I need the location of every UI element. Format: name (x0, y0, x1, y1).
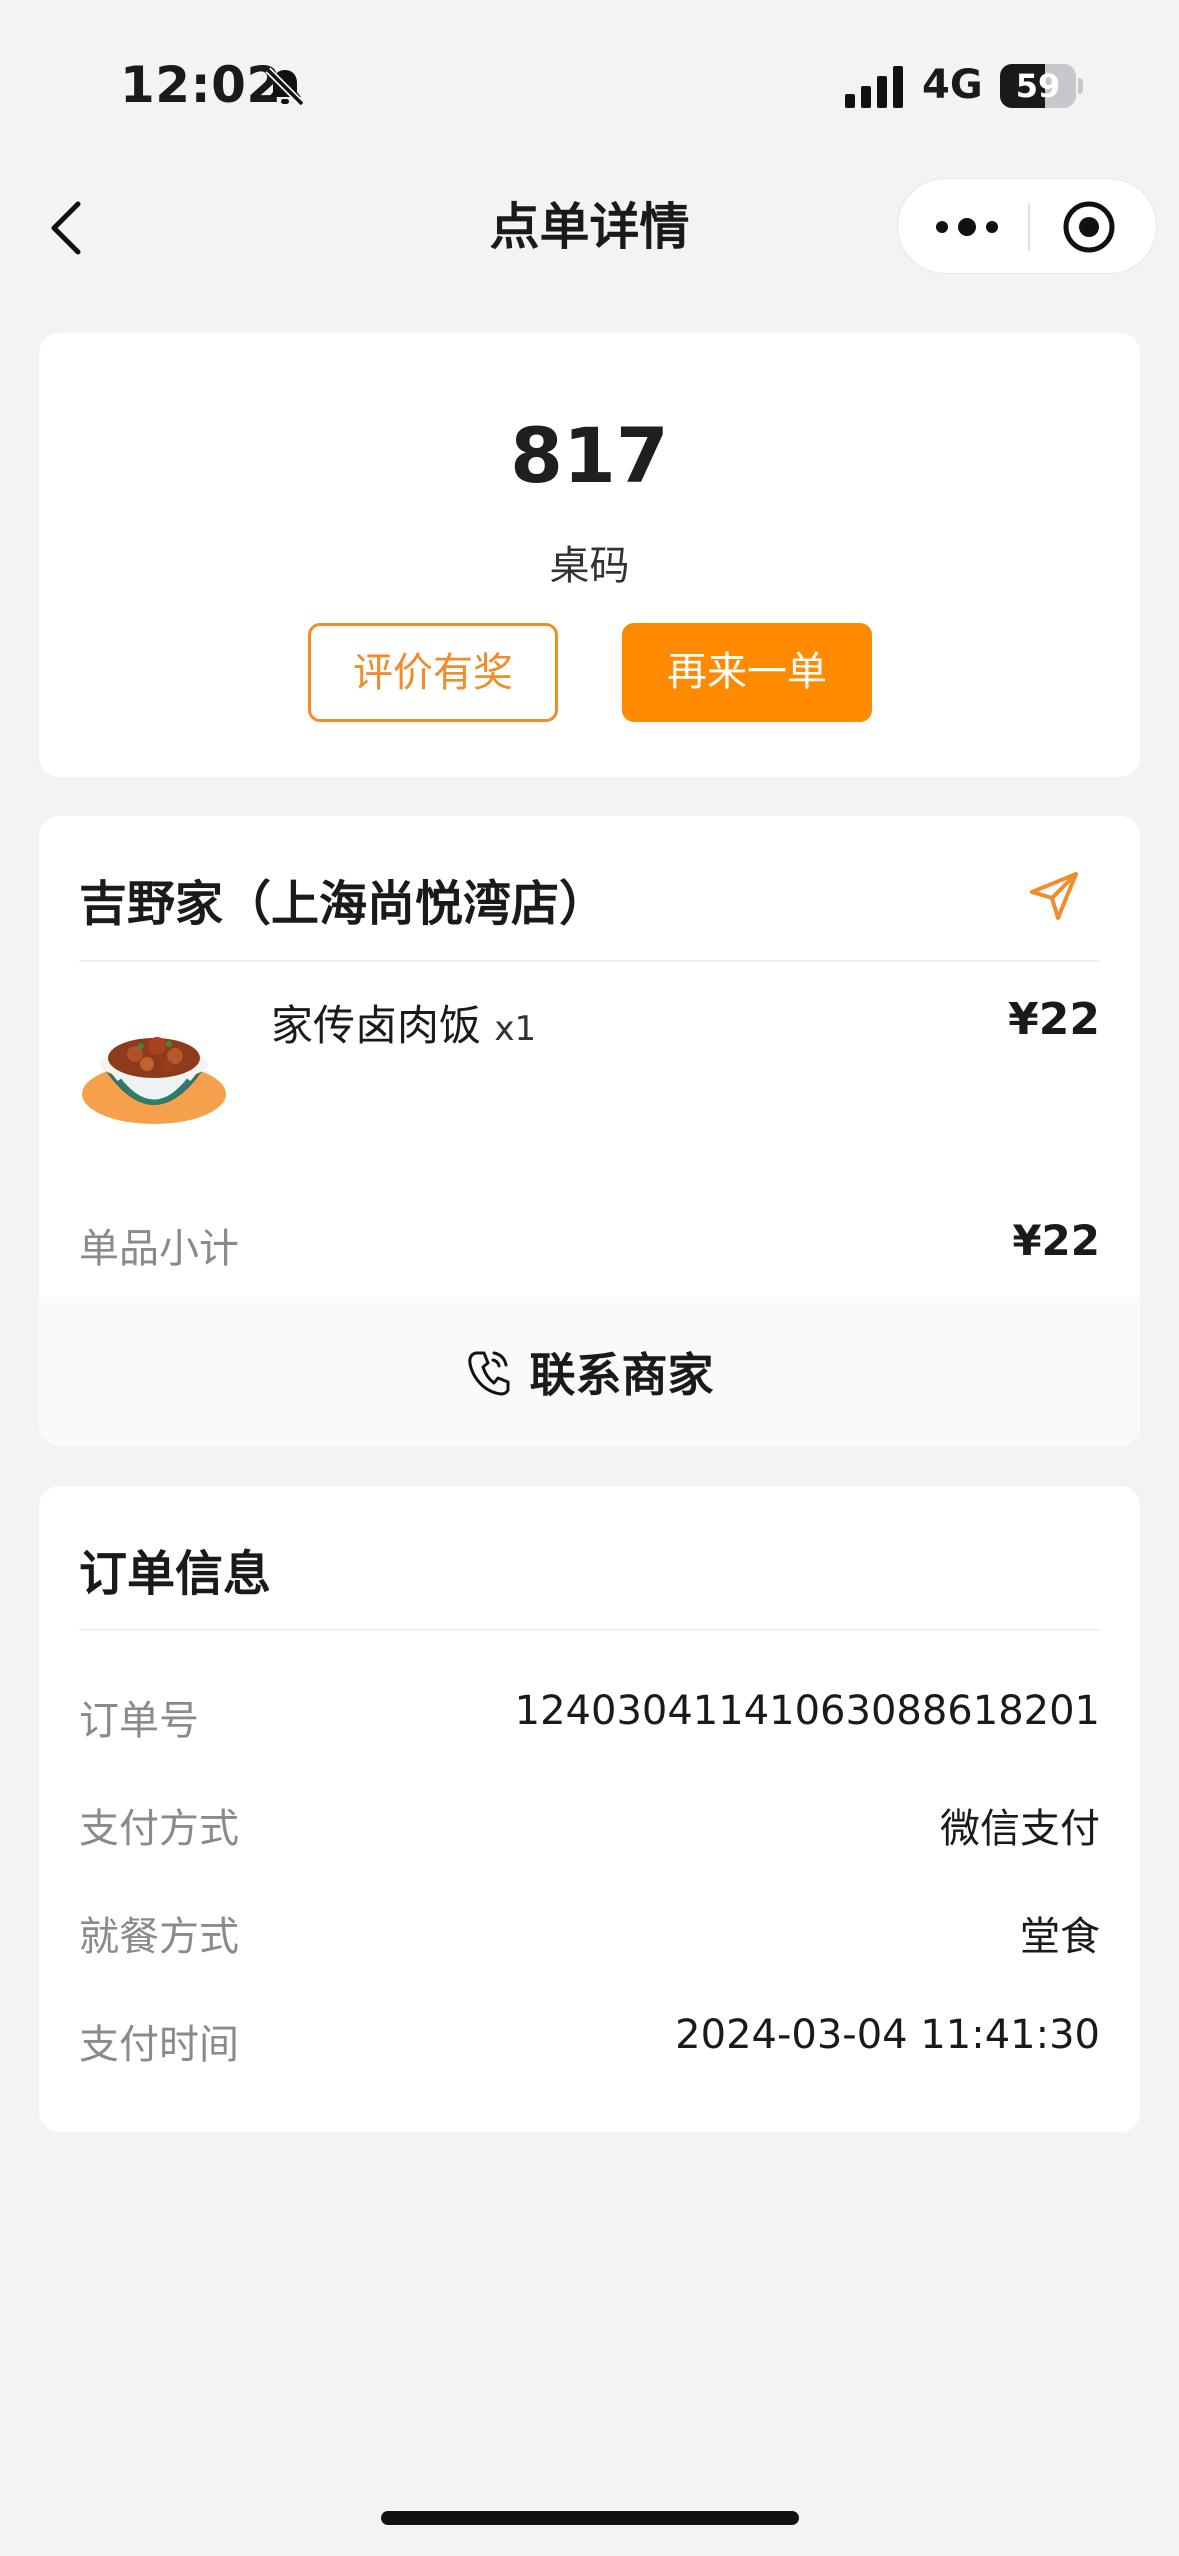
dining-method-value: 堂食 (1020, 1914, 1100, 1960)
subtotal-value: ¥22 (1012, 1216, 1100, 1265)
table-label: 桌码 (549, 543, 630, 589)
capsule-divider (1028, 203, 1030, 251)
mini-program-capsule (897, 178, 1157, 274)
close-target-icon[interactable] (1061, 199, 1117, 255)
nav-bar: 点单详情 (0, 160, 1179, 295)
battery-icon: 59 (1000, 64, 1083, 108)
shop-name[interactable]: 吉野家（上海尚悦湾店） (79, 864, 607, 934)
table-number: 817 (510, 411, 669, 500)
signal-icon (845, 66, 903, 108)
payment-time-value: 2024-03-04 11:41:30 (675, 2012, 1100, 2058)
battery-level: 59 (1015, 67, 1061, 105)
order-number-value[interactable]: 12403041141063088618201 (515, 1688, 1100, 1734)
subtotal-label: 单品小计 (79, 1226, 239, 1272)
phone-icon (467, 1351, 509, 1395)
dish-name: 家传卤肉饭 x1 (271, 1001, 537, 1050)
status-time: 12:02 (120, 56, 282, 114)
table-code-card: 817 桌码 评价有奖 再来一单 (39, 333, 1140, 777)
home-indicator[interactable] (381, 2511, 799, 2525)
contact-merchant-button[interactable]: 联系商家 (39, 1297, 1140, 1446)
bell-muted-icon (265, 67, 305, 107)
payment-time-label: 支付时间 (79, 2022, 239, 2068)
more-dots-icon[interactable] (932, 203, 1002, 251)
dish-quantity: x1 (494, 1009, 537, 1049)
navigation-arrow-icon[interactable] (1024, 866, 1084, 926)
divider (79, 1629, 1100, 1631)
divider (79, 960, 1100, 962)
order-number-label: 订单号 (79, 1698, 199, 1744)
payment-method-value: 微信支付 (940, 1806, 1100, 1852)
dining-method-label: 就餐方式 (79, 1914, 239, 1960)
payment-method-label: 支付方式 (79, 1806, 239, 1852)
dish-image (82, 1037, 226, 1124)
shop-card: 吉野家（上海尚悦湾店） 家传卤肉饭 x1 ¥22 单品小计 ¥22 联系商家 (39, 816, 1140, 1446)
order-info-title: 订单信息 (79, 1546, 272, 1602)
network-type: 4G (922, 62, 983, 108)
back-chevron-icon[interactable] (40, 196, 96, 260)
review-reward-button[interactable]: 评价有奖 (308, 623, 558, 722)
dish-price: ¥22 (1008, 994, 1100, 1045)
reorder-button[interactable]: 再来一单 (622, 623, 872, 722)
contact-merchant-label: 联系商家 (529, 1347, 714, 1402)
status-bar: 12:02 4G 59 (0, 0, 1179, 160)
order-info-card: 订单信息 订单号 12403041141063088618201 支付方式 微信… (39, 1486, 1140, 2132)
